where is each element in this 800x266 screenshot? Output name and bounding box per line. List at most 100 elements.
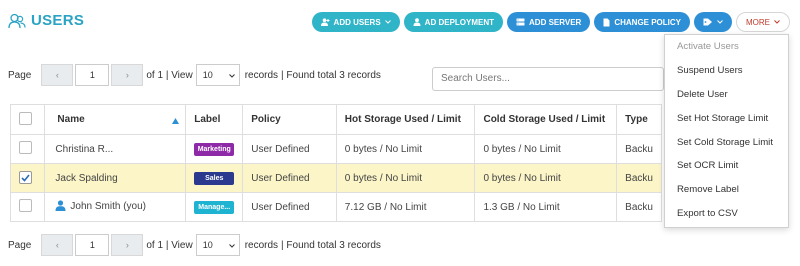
type-cell: Backu bbox=[616, 134, 662, 164]
page-count-text: of 1 | View bbox=[146, 239, 193, 251]
label-cell: Manage... bbox=[185, 192, 244, 222]
view-count-value: 10 bbox=[202, 240, 213, 250]
hot-storage-cell: 0 bytes / No Limit bbox=[335, 134, 476, 164]
name-column-header[interactable]: Name bbox=[44, 104, 187, 135]
row-checkbox[interactable] bbox=[19, 141, 32, 154]
policy-cell: User Defined bbox=[242, 163, 337, 193]
policy-cell: User Defined bbox=[242, 192, 337, 222]
policy-column-header[interactable]: Policy bbox=[242, 104, 337, 135]
more-dropdown-menu: Activate Users Suspend Users Delete User… bbox=[664, 34, 789, 228]
add-users-button[interactable]: ADD USERS bbox=[311, 12, 400, 32]
found-total-text: | Found total 3 records bbox=[281, 239, 381, 251]
search-input[interactable]: Search Users... bbox=[432, 67, 664, 91]
menu-item-export-csv[interactable]: Export to CSV bbox=[665, 202, 788, 226]
title-area: USERS bbox=[8, 12, 84, 29]
page-number-input[interactable]: 1 bbox=[75, 234, 110, 256]
users-table: Name Label Policy Hot Storage Used / Lim… bbox=[9, 104, 662, 222]
menu-item-suspend-users[interactable]: Suspend Users bbox=[665, 59, 788, 83]
menu-item-remove-label[interactable]: Remove Label bbox=[665, 178, 788, 202]
prev-page-button[interactable]: ‹ bbox=[41, 64, 74, 86]
chevron-down-icon bbox=[228, 240, 235, 250]
view-count-select[interactable]: 10 bbox=[195, 64, 240, 86]
page-title: USERS bbox=[31, 12, 85, 29]
records-text: records bbox=[244, 69, 279, 81]
view-count-value: 10 bbox=[202, 70, 213, 80]
hot-storage-cell: 7.12 GB / No Limit bbox=[335, 192, 476, 222]
hot-storage-cell: 0 bytes / No Limit bbox=[335, 163, 476, 193]
type-cell: Backu bbox=[616, 163, 662, 193]
add-user-icon bbox=[320, 18, 330, 26]
tag-icon bbox=[703, 18, 713, 26]
row-checkbox[interactable] bbox=[19, 171, 32, 185]
pager-top: Page ‹ 1 › of 1 | View 10 records | Foun… bbox=[8, 64, 381, 86]
ad-deployment-button[interactable]: AD DEPLOYMENT bbox=[403, 12, 504, 32]
page-number-input[interactable]: 1 bbox=[75, 64, 110, 86]
table-row[interactable]: Christina R... Marketing User Defined 0 … bbox=[9, 134, 662, 164]
row-select-cell bbox=[9, 134, 46, 164]
cold-storage-column-header[interactable]: Cold Storage Used / Limit bbox=[474, 104, 618, 135]
view-count-select[interactable]: 10 bbox=[195, 234, 240, 256]
user-name-cell[interactable]: Jack Spalding bbox=[44, 163, 187, 193]
table-row[interactable]: Jack Spalding Sales User Defined 0 bytes… bbox=[9, 163, 662, 193]
menu-item-set-cold-storage-limit[interactable]: Set Cold Storage Limit bbox=[665, 130, 788, 154]
table-row[interactable]: John Smith (you) Manage... User Defined … bbox=[9, 192, 662, 222]
row-select-cell bbox=[9, 192, 46, 222]
name-header-label: Name bbox=[57, 114, 85, 125]
cold-storage-cell: 1.3 GB / No Limit bbox=[474, 192, 618, 222]
table-header-row: Name Label Policy Hot Storage Used / Lim… bbox=[9, 104, 662, 135]
chevron-down-icon bbox=[717, 20, 723, 24]
records-text: records bbox=[244, 239, 279, 251]
chevron-down-icon bbox=[774, 20, 780, 24]
page-label: Page bbox=[8, 69, 32, 81]
select-all-cell bbox=[9, 104, 46, 135]
more-label: MORE bbox=[746, 17, 770, 27]
menu-item-delete-user[interactable]: Delete User bbox=[665, 83, 788, 107]
toolbar: ADD USERS AD DEPLOYMENT ADD SERVER CHANG… bbox=[311, 12, 790, 32]
add-users-label: ADD USERS bbox=[333, 17, 381, 27]
cold-storage-cell: 0 bytes / No Limit bbox=[474, 163, 618, 193]
hot-storage-column-header[interactable]: Hot Storage Used / Limit bbox=[335, 104, 476, 135]
label-column-header[interactable]: Label bbox=[185, 104, 244, 135]
current-user-icon bbox=[55, 200, 66, 214]
user-name-cell[interactable]: Christina R... bbox=[44, 134, 187, 164]
label-badge: Marketing bbox=[194, 142, 235, 156]
menu-item-set-hot-storage-limit[interactable]: Set Hot Storage Limit bbox=[665, 106, 788, 130]
ad-deployment-label: AD DEPLOYMENT bbox=[424, 17, 495, 27]
chevron-down-icon bbox=[228, 70, 235, 80]
change-policy-button[interactable]: CHANGE POLICY bbox=[594, 12, 690, 32]
policy-cell: User Defined bbox=[242, 134, 337, 164]
page-count-text: of 1 | View bbox=[146, 69, 193, 81]
more-button[interactable]: MORE bbox=[736, 12, 790, 32]
prev-page-button[interactable]: ‹ bbox=[41, 234, 74, 256]
cold-storage-cell: 0 bytes / No Limit bbox=[474, 134, 618, 164]
users-icon bbox=[8, 13, 26, 29]
add-server-button[interactable]: ADD SERVER bbox=[507, 12, 591, 32]
checkmark-icon bbox=[21, 174, 30, 182]
next-page-button[interactable]: › bbox=[111, 234, 144, 256]
chevron-down-icon bbox=[384, 20, 391, 24]
label-cell: Sales bbox=[185, 163, 244, 193]
label-badge: Sales bbox=[194, 171, 235, 185]
type-column-header[interactable]: Type bbox=[616, 104, 662, 135]
menu-item-set-ocr-limit[interactable]: Set OCR Limit bbox=[665, 154, 788, 178]
label-cell: Marketing bbox=[185, 134, 244, 164]
type-cell: Backu bbox=[616, 192, 662, 222]
pager-bottom: Page ‹ 1 › of 1 | View 10 records | Foun… bbox=[8, 234, 381, 256]
label-badge: Manage... bbox=[194, 200, 235, 214]
sort-asc-icon bbox=[172, 116, 180, 127]
label-menu-button[interactable] bbox=[694, 12, 732, 32]
server-icon bbox=[516, 18, 525, 26]
next-page-button[interactable]: › bbox=[111, 64, 144, 86]
found-total-text: | Found total 3 records bbox=[281, 69, 381, 81]
document-icon bbox=[603, 18, 610, 27]
select-all-checkbox[interactable] bbox=[19, 111, 32, 125]
row-select-cell bbox=[9, 163, 46, 193]
menu-item-activate-users[interactable]: Activate Users bbox=[665, 35, 788, 59]
user-name-text: John Smith (you) bbox=[70, 201, 146, 212]
user-name-cell[interactable]: John Smith (you) bbox=[44, 192, 187, 222]
page-label: Page bbox=[8, 239, 32, 251]
row-checkbox[interactable] bbox=[19, 199, 32, 212]
user-icon bbox=[413, 18, 421, 26]
change-policy-label: CHANGE POLICY bbox=[614, 17, 681, 27]
add-server-label: ADD SERVER bbox=[529, 17, 582, 27]
